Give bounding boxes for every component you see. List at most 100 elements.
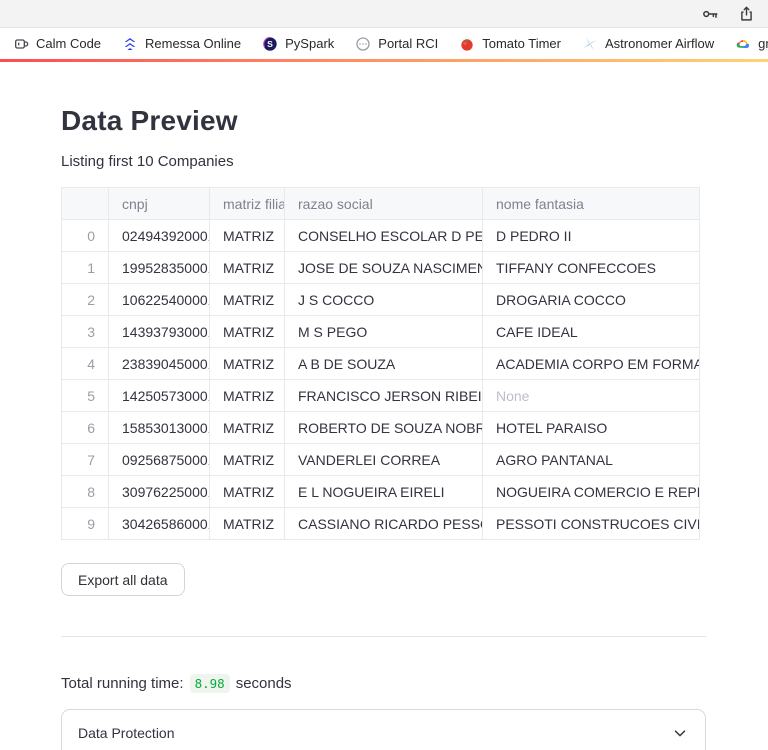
table-cell: 15853013000180 [108, 411, 210, 444]
table-row: 423839045000150MATRIZA B DE SOUZAACADEMI… [61, 347, 700, 380]
row-index: 9 [61, 507, 109, 540]
table-cell: A B DE SOUZA [284, 347, 483, 380]
table-cell: MATRIZ [209, 411, 285, 444]
column-header-razao-social: razao social [284, 187, 483, 220]
column-header-matriz-filial: matriz filial [209, 187, 285, 220]
table-cell: 14393793000160 [108, 315, 210, 348]
horizontal-divider [61, 636, 706, 637]
companies-table: cnpj matriz filial razao social nome fan… [61, 187, 700, 540]
column-header-nome-fantasia: nome fantasia [482, 187, 700, 220]
browser-topbar [0, 0, 768, 28]
table-cell: CASSIANO RICARDO PESSOTI SILVA [284, 507, 483, 540]
table-cell: 23839045000150 [108, 347, 210, 380]
table-cell: D PEDRO II [482, 219, 700, 252]
bookmark-calm-code[interactable]: Calm Code [13, 36, 101, 52]
expander-header[interactable]: Data Protection [62, 710, 705, 750]
table-cell: J S COCCO [284, 283, 483, 316]
table-row: 830976225000149MATRIZE L NOGUEIRA EIRELI… [61, 475, 700, 508]
running-time-prefix: Total running time: [61, 675, 184, 692]
table-cell: CONSELHO ESCOLAR D PEDRO II [284, 219, 483, 252]
bookmark-portal-rci[interactable]: Portal RCI [355, 36, 438, 52]
bookmarks-bar: Calm Code Remessa Online S PySpark Porta… [0, 28, 768, 59]
table-cell: PESSOTI CONSTRUCOES CIVIL [482, 507, 700, 540]
row-index: 4 [61, 347, 109, 380]
column-header-cnpj: cnpj [108, 187, 210, 220]
bookmark-astronomer-airflow[interactable]: Astronomer Airflow [582, 36, 714, 52]
double-chevron-up-icon [124, 37, 136, 50]
google-cloud-icon [736, 39, 750, 48]
bookmark-pyspark[interactable]: S PySpark [262, 36, 334, 52]
bookmark-label: Calm Code [36, 36, 102, 51]
key-icon[interactable] [700, 4, 720, 24]
page-title: Data Preview [61, 105, 238, 136]
pinwheel-icon [583, 36, 597, 51]
table-cell: MATRIZ [209, 347, 285, 380]
cup-icon [15, 38, 29, 49]
globe-dots-icon [356, 36, 370, 51]
table-cell: VANDERLEI CORREA [284, 443, 483, 476]
table-cell: HOTEL PARAISO [482, 411, 700, 444]
table-row: 514250573000188MATRIZFRANCISCO JERSON RI… [61, 379, 700, 412]
chevron-down-icon [674, 730, 686, 737]
row-index: 0 [61, 219, 109, 252]
running-time-value: 8.98 [189, 674, 230, 693]
running-time-text: Total running time: 8.98 seconds [61, 674, 707, 693]
table-cell: 19952835000170 [108, 251, 210, 284]
table-row: 119952835000170MATRIZJOSE DE SOUZA NASCI… [61, 251, 700, 284]
table-cell: AGRO PANTANAL [482, 443, 700, 476]
bookmark-label: Tomato Timer [482, 36, 561, 51]
table-header-row: cnpj matriz filial razao social nome fan… [61, 187, 700, 220]
bookmark-label: Astronomer Airflow [605, 36, 715, 51]
app-decoration-gradient [0, 59, 768, 62]
table-cell: 02494392000118 [108, 219, 210, 252]
bookmark-label: PySpark [285, 36, 335, 51]
table-row: 615853013000180MATRIZROBERTO DE SOUZA NO… [61, 411, 700, 444]
table-row: 709256875000123MATRIZVANDERLEI CORREAAGR… [61, 443, 700, 476]
export-all-data-button[interactable]: Export all data [61, 563, 185, 596]
table-cell: MATRIZ [209, 507, 285, 540]
table-cell: 30976225000149 [108, 475, 210, 508]
table-cell: DROGARIA COCCO [482, 283, 700, 316]
row-index: 1 [61, 251, 109, 284]
table-cell: NOGUEIRA COMERCIO E REPRESENTAC [482, 475, 700, 508]
row-index: 2 [61, 283, 109, 316]
table-cell: TIFFANY CONFECCOES [482, 251, 700, 284]
table-cell: 30426586000111 [108, 507, 210, 540]
table-cell: E L NOGUEIRA EIRELI [284, 475, 483, 508]
bookmark-gml-cnpj[interactable]: gml-cnpj [735, 36, 768, 52]
row-index: 3 [61, 315, 109, 348]
bookmark-label: Remessa Online [145, 36, 242, 51]
share-icon[interactable] [736, 4, 756, 24]
table-cell: MATRIZ [209, 251, 285, 284]
table-cell: 09256875000123 [108, 443, 210, 476]
table-row: 210622540000160MATRIZJ S COCCODROGARIA C… [61, 283, 700, 316]
running-time-suffix: seconds [235, 675, 292, 692]
expander-label: Data Protection [78, 725, 175, 741]
column-header-index [61, 187, 109, 220]
bookmark-label: Portal RCI [378, 36, 439, 51]
table-row: 002494392000118MATRIZCONSELHO ESCOLAR D … [61, 219, 700, 252]
main-content: Data Preview Listing first 10 Companies … [0, 105, 768, 750]
bookmark-tomato-timer[interactable]: Tomato Timer [459, 36, 561, 52]
table-cell: M S PEGO [284, 315, 483, 348]
data-protection-expander: Data Protection [61, 709, 706, 750]
table-cell: FRANCISCO JERSON RIBEIRO [284, 379, 483, 412]
bookmark-label: gml-cnpj [758, 36, 768, 51]
table-cell: MATRIZ [209, 475, 285, 508]
table-cell: JOSE DE SOUZA NASCIMENTO [284, 251, 483, 284]
table-cell: MATRIZ [209, 315, 285, 348]
table-row: 314393793000160MATRIZM S PEGOCAFE IDEAL [61, 315, 700, 348]
table-cell: MATRIZ [209, 283, 285, 316]
table-cell: ROBERTO DE SOUZA NOBRE [284, 411, 483, 444]
bookmark-remessa-online[interactable]: Remessa Online [122, 36, 241, 52]
subtitle: Listing first 10 Companies [61, 153, 234, 170]
table-cell: 10622540000160 [108, 283, 210, 316]
row-index: 8 [61, 475, 109, 508]
table-row: 930426586000111MATRIZCASSIANO RICARDO PE… [61, 507, 700, 540]
spark-circle-icon: S [263, 36, 277, 51]
table-cell: MATRIZ [209, 219, 285, 252]
table-cell: ACADEMIA CORPO EM FORMA SAUDE [482, 347, 700, 380]
table-cell: MATRIZ [209, 379, 285, 412]
tomato-icon [461, 37, 473, 51]
table-cell: 14250573000188 [108, 379, 210, 412]
